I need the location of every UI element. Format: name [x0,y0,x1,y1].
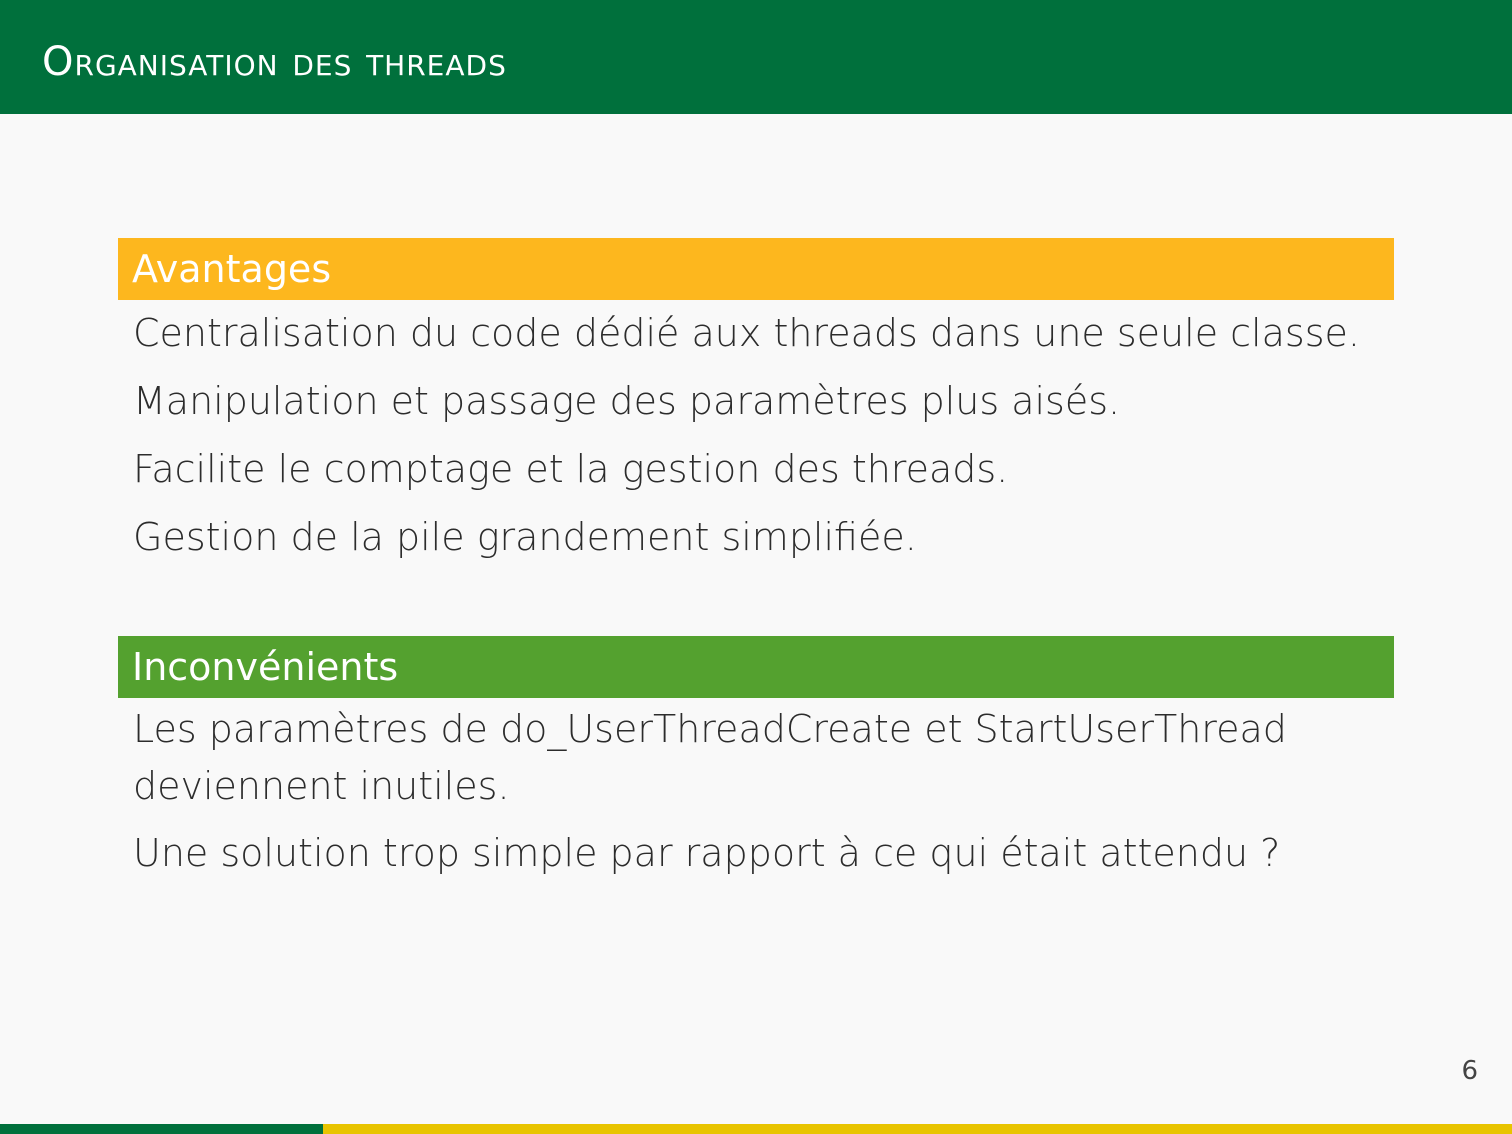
disadvantages-block: Inconvénients Les paramètres de do_UserT… [118,636,1394,892]
disadvantages-title: Inconvénients [118,636,1394,698]
advantages-body: Centralisation du code dédié aux threads… [118,304,1394,566]
advantages-block: Avantages Centralisation du code dédié a… [118,238,1394,576]
slide-header: Organisation des threads [0,0,1512,114]
advantage-item: Manipulation et passage des paramètres p… [133,379,1121,423]
disadvantages-body: Les paramètres de do_UserThreadCreate et… [118,701,1394,882]
disadvantage-item: Les paramètres de do_UserThreadCreate et… [133,707,1287,808]
advantage-item: Facilite le comptage et la gestion des t… [133,447,1009,491]
footer-bar-yellow-segment [323,1124,1512,1134]
footer-bar [0,1124,1512,1134]
advantage-item: Centralisation du code dédié aux threads… [133,311,1360,355]
footer-bar-green-segment [0,1124,323,1134]
disadvantage-item: Une solution trop simple par rapport à c… [133,831,1281,875]
slide-title: Organisation des threads [42,39,507,85]
page-number: 6 [1461,1056,1478,1086]
advantage-item: Gestion de la pile grandement simplifiée… [133,515,917,559]
advantages-title: Avantages [118,238,1394,300]
